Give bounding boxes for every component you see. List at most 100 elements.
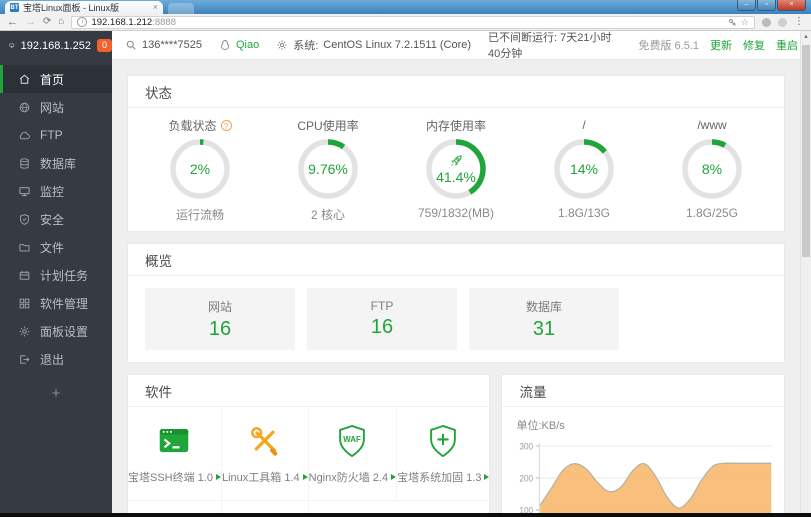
sidebar-item-settings[interactable]: 面板设置 bbox=[0, 317, 112, 345]
sidebar-item-cron[interactable]: 计划任务 bbox=[0, 261, 112, 289]
home-icon bbox=[18, 73, 31, 86]
gauge-ring: 9.76% bbox=[297, 138, 359, 200]
software-app-system-hardening[interactable]: 宝塔系统加固 1.3 bbox=[397, 407, 490, 501]
qq-user-group[interactable]: Qiao bbox=[219, 39, 259, 51]
gauge-cpu: CPU使用率 9.76% 2 核心 bbox=[264, 118, 392, 223]
gauge-title-text: 内存使用率 bbox=[425, 118, 486, 133]
gauge-sub: 759/1832(MB) bbox=[417, 206, 495, 220]
forward-button[interactable]: → bbox=[25, 16, 36, 28]
rocket-icon bbox=[449, 153, 464, 168]
overview-panel-title: 概览 bbox=[128, 244, 784, 276]
new-tab-button[interactable] bbox=[168, 3, 194, 14]
sidebar-item-label: 文件 bbox=[40, 240, 65, 255]
sidebar-item-sites[interactable]: 网站 bbox=[0, 93, 112, 121]
sidebar-item-monitor[interactable]: 监控 bbox=[0, 177, 112, 205]
software-panel: 软件 宝塔SSH终端 1.0 Linux工具箱 1.4 WAF Nginx防火墙 2.… bbox=[127, 374, 491, 517]
overview-box-ftp[interactable]: FTP 16 bbox=[307, 288, 457, 350]
system-label: 系统: bbox=[293, 40, 319, 52]
url-port: :8888 bbox=[152, 16, 176, 28]
help-icon[interactable]: ? bbox=[220, 119, 232, 131]
window-controls: – ▫ × bbox=[737, 0, 806, 11]
overview-value: 16 bbox=[208, 317, 232, 340]
extension-icon[interactable] bbox=[762, 17, 771, 27]
repair-link[interactable]: 修复 bbox=[743, 37, 765, 53]
terminal-icon bbox=[155, 422, 193, 460]
panel-header-bar: 192.168.1.252 0 136****7525 Qiao 系统: Cen… bbox=[0, 31, 811, 60]
gauge-value-overlay: 14% bbox=[553, 138, 615, 200]
system-group: 系统: CentOS Linux 7.2.1511 (Core) bbox=[276, 37, 471, 53]
message-badge[interactable]: 0 bbox=[96, 39, 112, 52]
panel-header-info: 136****7525 Qiao 系统: CentOS Linux 7.2.15… bbox=[112, 31, 811, 60]
software-app-ssh-terminal[interactable]: 宝塔SSH终端 1.0 bbox=[128, 407, 222, 501]
key-icon[interactable] bbox=[728, 18, 737, 27]
sidebar-item-soft[interactable]: 软件管理 bbox=[0, 289, 112, 317]
sidebar-item-files[interactable]: 文件 bbox=[0, 233, 112, 261]
gauge-value: 9.76% bbox=[308, 161, 348, 177]
maximize-button[interactable]: ▫ bbox=[757, 0, 776, 11]
url-host: 192.168.1.212 bbox=[91, 16, 153, 28]
browser-menu-icon[interactable]: ⋮ bbox=[794, 17, 804, 27]
gauge-memory: 内存使用率 41.4% 759/1832(MB) bbox=[392, 118, 520, 223]
status-panel: 状态 负载状态? 2% 运行流畅 CPU使用率 9.76% 2 核心 内存使用率 41.4% 7… bbox=[127, 75, 785, 232]
software-app-linux-toolbox[interactable]: Linux工具箱 1.4 bbox=[221, 407, 309, 501]
qq-icon bbox=[219, 39, 231, 51]
gauge-value: 14% bbox=[569, 161, 599, 177]
gauge-title: / bbox=[582, 118, 585, 132]
browser-tab[interactable]: BT 宝塔Linux面板 - Linux版 × bbox=[5, 1, 163, 14]
system-value: CentOS Linux 7.2.1511 (Core) bbox=[323, 39, 472, 51]
sidebar-item-home[interactable]: 首页 bbox=[0, 65, 112, 93]
svg-text:300: 300 bbox=[520, 441, 534, 452]
play-icon bbox=[484, 474, 490, 480]
sidebar-item-security[interactable]: 安全 bbox=[0, 205, 112, 233]
phone-group[interactable]: 136****7525 bbox=[125, 39, 202, 51]
server-block: 192.168.1.252 0 bbox=[0, 31, 112, 60]
gauge-title: 内存使用率 bbox=[425, 118, 486, 133]
overview-label: FTP bbox=[370, 299, 394, 313]
panel-version: 免费版 6.5.1 bbox=[638, 40, 699, 52]
gauge-value: 8% bbox=[701, 161, 723, 177]
folder-icon bbox=[18, 241, 31, 254]
restart-link[interactable]: 重启 bbox=[776, 37, 798, 53]
scrollbar-up-icon[interactable]: ▲ bbox=[801, 31, 811, 43]
overview-label: 数据库 bbox=[525, 299, 562, 314]
gauge-ring: 8% bbox=[681, 138, 743, 200]
gauge-title-text: CPU使用率 bbox=[297, 118, 359, 133]
software-app-label: Linux工具箱 1.4 bbox=[222, 469, 308, 485]
address-bar[interactable]: i 192.168.1.212:8888 ☆ bbox=[71, 15, 755, 29]
overview-panel: 概览 网站 16 FTP 16 数据库 31 bbox=[127, 243, 785, 363]
overview-box-sites[interactable]: 网站 16 bbox=[145, 288, 295, 350]
sidebar-add-button[interactable]: + bbox=[0, 385, 112, 402]
logout-icon bbox=[18, 353, 31, 366]
gauge-ring: 2% bbox=[169, 138, 231, 200]
server-ip: 192.168.1.252 bbox=[20, 39, 91, 52]
update-link[interactable]: 更新 bbox=[710, 37, 732, 53]
tab-close-icon[interactable]: × bbox=[153, 3, 158, 12]
monitor-icon bbox=[18, 185, 31, 198]
sidebar-item-ftp[interactable]: FTP bbox=[0, 121, 112, 149]
software-app-name: Linux工具箱 1.4 bbox=[221, 472, 300, 484]
site-info-icon[interactable]: i bbox=[77, 17, 88, 27]
scrollbar-thumb[interactable] bbox=[802, 45, 810, 257]
minimize-button[interactable]: – bbox=[737, 0, 756, 11]
sidebar-item-label: 监控 bbox=[40, 184, 65, 199]
software-app-nginx-firewall[interactable]: WAF Nginx防火墙 2.4 bbox=[308, 407, 398, 501]
home-button[interactable]: ⌂ bbox=[58, 17, 64, 27]
close-button[interactable]: × bbox=[777, 0, 806, 11]
overview-value: 31 bbox=[532, 317, 556, 340]
database-icon bbox=[18, 157, 31, 170]
grid-icon bbox=[18, 297, 31, 310]
gauge-load: 负载状态? 2% 运行流畅 bbox=[136, 118, 264, 223]
overview-boxes: 网站 16 FTP 16 数据库 31 bbox=[128, 276, 784, 362]
reload-button[interactable]: ⟳ bbox=[43, 17, 51, 27]
sidebar-item-logout[interactable]: 退出 bbox=[0, 345, 112, 373]
sidebar-item-database[interactable]: 数据库 bbox=[0, 149, 112, 177]
software-app-name: Nginx防火墙 2.4 bbox=[308, 472, 389, 484]
overview-box-database[interactable]: 数据库 31 bbox=[469, 288, 619, 350]
traffic-panel: 流量 单位:KB/s 300 200 100 bbox=[501, 374, 785, 517]
header-right-group: 免费版 6.5.1 更新 修复 重启 bbox=[638, 37, 798, 53]
back-button[interactable]: ← bbox=[7, 16, 18, 28]
page-scrollbar[interactable]: ▲ bbox=[800, 31, 811, 517]
software-app-label: 宝塔SSH终端 1.0 bbox=[128, 469, 221, 485]
bookmark-star-icon[interactable]: ☆ bbox=[741, 17, 749, 27]
extension-icon-2[interactable] bbox=[778, 17, 787, 27]
